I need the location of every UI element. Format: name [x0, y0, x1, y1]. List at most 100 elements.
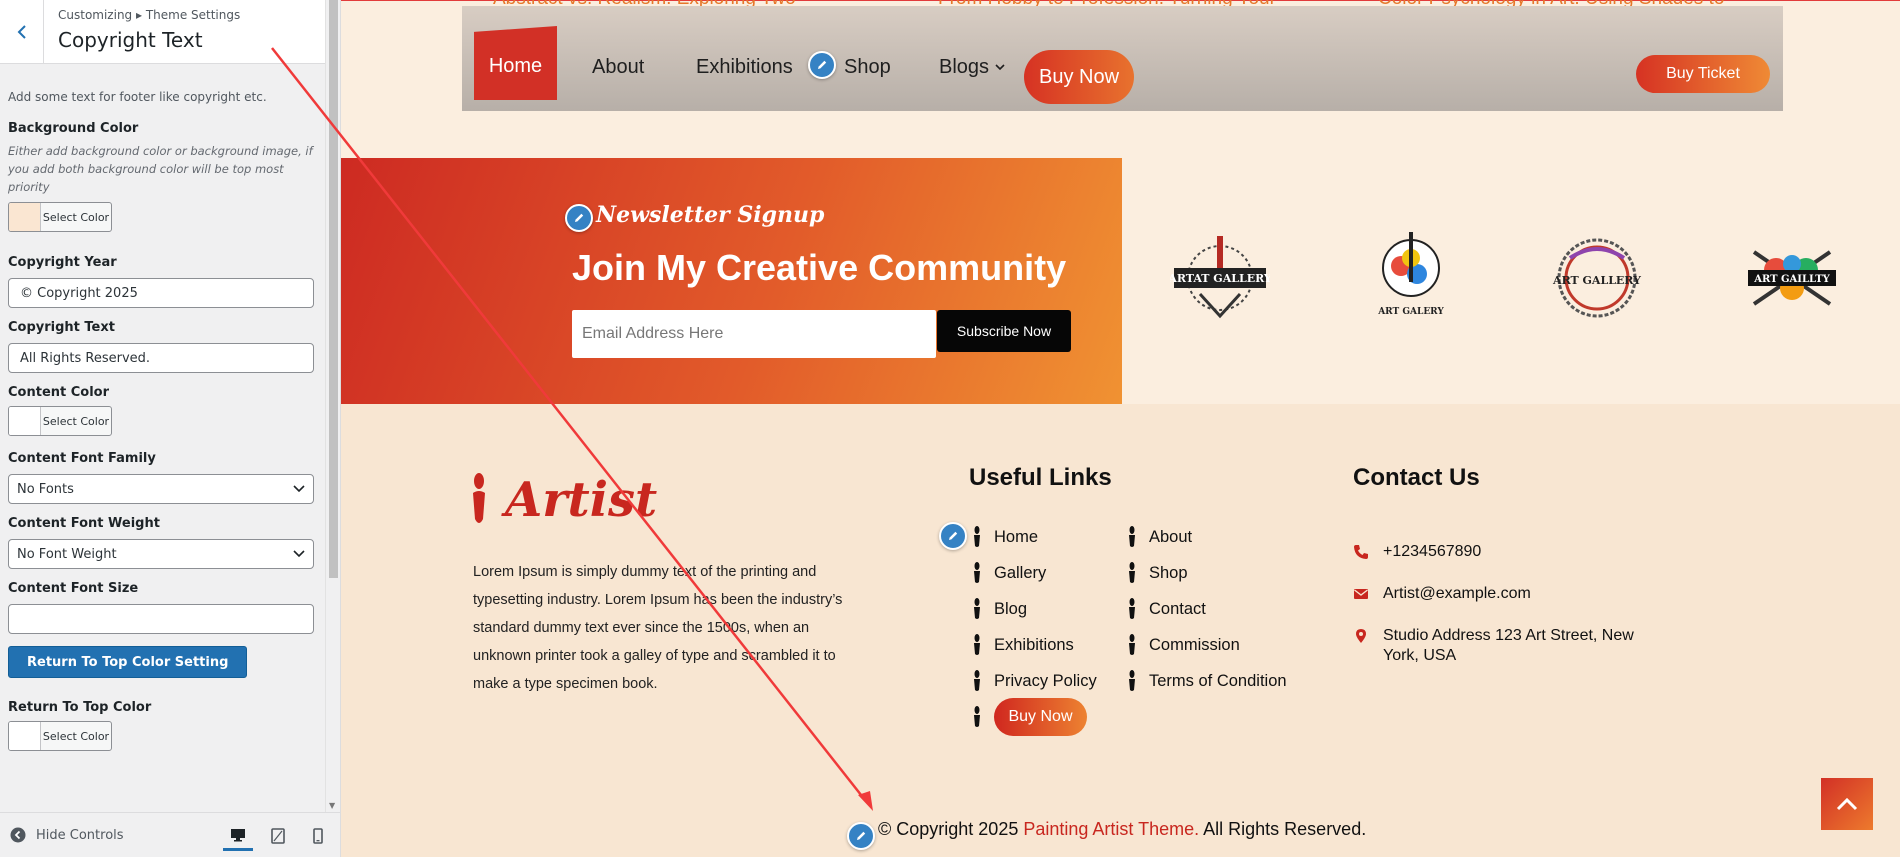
- edit-shortcut-pencil-icon[interactable]: [808, 51, 836, 79]
- return-to-top-button[interactable]: [1821, 778, 1873, 830]
- logo-text: ART GALLERY: [1552, 274, 1641, 287]
- font-weight-control: Content Font Weight No Font Weight: [8, 516, 318, 569]
- footer-link-label: Contact: [1149, 599, 1206, 618]
- chevron-left-icon: [17, 25, 26, 39]
- color-swatch: [9, 722, 41, 750]
- logo-text: ART GAILLTY: [1753, 274, 1830, 285]
- select-color-label: Select Color: [42, 729, 110, 743]
- brush-bullet-icon: [974, 670, 980, 691]
- copyright-text-input[interactable]: [8, 343, 314, 373]
- footer-link-terms[interactable]: Terms of Condition: [1127, 670, 1287, 692]
- brush-bullet-icon: [974, 634, 980, 655]
- footer-link-label: Home: [994, 527, 1039, 546]
- tablet-icon: [271, 828, 285, 844]
- background-color-picker[interactable]: Select Color: [8, 202, 112, 232]
- nav-buy-now-button[interactable]: Buy Now: [1024, 50, 1134, 104]
- font-family-label: Content Font Family: [8, 451, 156, 466]
- background-color-label: Background Color: [8, 121, 139, 136]
- footer-link-commission[interactable]: Commission: [1127, 634, 1240, 656]
- footer-link-exhibitions[interactable]: Exhibitions: [972, 634, 1074, 656]
- scroll-down-arrow-icon[interactable]: ▼: [329, 801, 335, 810]
- footer-link-blog[interactable]: Blog: [972, 598, 1027, 620]
- hide-controls-label: Hide Controls: [36, 827, 124, 843]
- breadcrumb: Customizing ▸ Theme Settings: [58, 8, 241, 22]
- mobile-preview-button[interactable]: [303, 821, 333, 851]
- footer-link-label: Commission: [1149, 635, 1240, 654]
- newsletter-section: Newsletter Signup Join My Creative Commu…: [341, 158, 1122, 404]
- select-color-label: Select Color: [42, 210, 110, 224]
- copyright-year-label: Copyright Year: [8, 255, 117, 270]
- phone-icon: [1354, 545, 1368, 559]
- brush-bullet-icon: [1129, 562, 1135, 583]
- font-weight-value: No Font Weight: [17, 546, 117, 562]
- font-family-select[interactable]: No Fonts: [8, 474, 314, 504]
- font-weight-select[interactable]: No Font Weight: [8, 539, 314, 569]
- customizer-sidebar: Customizing ▸ Theme Settings Copyright T…: [0, 0, 341, 857]
- buy-ticket-button[interactable]: Buy Ticket: [1636, 55, 1770, 93]
- footer-brand[interactable]: Artist: [467, 472, 657, 528]
- copyright-year-input[interactable]: [8, 278, 314, 308]
- collapse-icon: [10, 827, 26, 843]
- edit-shortcut-pencil-icon[interactable]: [565, 204, 593, 232]
- edit-shortcut-pencil-icon[interactable]: [847, 822, 875, 850]
- hide-controls-button[interactable]: Hide Controls: [10, 827, 124, 843]
- footer-link-label: Blog: [994, 599, 1028, 618]
- return-to-top-button[interactable]: Return To Top Color Setting: [8, 646, 248, 678]
- footer-link-about[interactable]: About: [1127, 526, 1192, 548]
- content-color-picker[interactable]: Select Color: [8, 406, 112, 436]
- footer-link-shop[interactable]: Shop: [1127, 562, 1188, 584]
- copyright-year-text: © Copyright 2025: [878, 819, 1019, 839]
- footer-buy-now-button[interactable]: Buy Now: [994, 698, 1087, 736]
- brush-bullet-icon: [974, 526, 980, 547]
- font-family-value: No Fonts: [17, 481, 74, 497]
- partner-logos: ARTAT GALLERY ART GALERY ART GALLERY ART…: [1122, 158, 1900, 404]
- font-size-control: Content Font Size: [8, 581, 318, 634]
- footer-link-label: Shop: [1149, 563, 1188, 582]
- contact-phone[interactable]: +1234567890: [1353, 542, 1481, 562]
- content-color-label: Content Color: [8, 385, 110, 400]
- tablet-preview-button[interactable]: [263, 821, 293, 851]
- scrollbar-thumb[interactable]: [329, 0, 338, 578]
- footer-about-text: Lorem Ipsum is simply dummy text of the …: [473, 564, 843, 692]
- copyright-text-label: Copyright Text: [8, 320, 115, 335]
- copyright-brand-link[interactable]: Painting Artist Theme.: [1023, 819, 1199, 839]
- paintbrush-icon: [473, 473, 485, 523]
- edit-shortcut-pencil-icon[interactable]: [939, 522, 967, 550]
- font-size-input[interactable]: [8, 604, 314, 634]
- desktop-preview-button[interactable]: [223, 821, 253, 851]
- contact-us-heading: Contact Us: [1353, 464, 1480, 491]
- controls-panel: Add some text for footer like copyright …: [0, 64, 326, 812]
- return-color-control: Return To Top Color Select Color: [8, 700, 318, 754]
- footer-link-label: Exhibitions: [994, 635, 1074, 654]
- newsletter-email-input[interactable]: Email Address Here: [572, 310, 936, 358]
- contact-email-text: Artist@example.com: [1383, 585, 1531, 602]
- sidebar-scrollbar[interactable]: ▼: [325, 0, 340, 812]
- mobile-icon: [313, 828, 323, 844]
- brush-bullet-icon: [974, 562, 980, 583]
- footer-link-privacy[interactable]: Privacy Policy: [972, 670, 1097, 692]
- contact-address-text: Studio Address 123 Art Street, New York,…: [1383, 627, 1634, 664]
- nav-exhibitions[interactable]: Exhibitions: [696, 56, 793, 79]
- back-button[interactable]: [0, 0, 44, 64]
- footer-buy-bullet: [972, 706, 982, 728]
- nav-shop[interactable]: Shop: [844, 56, 891, 79]
- footer-link-gallery[interactable]: Gallery: [972, 562, 1046, 584]
- desktop-icon: [231, 828, 245, 841]
- nav-home[interactable]: Home: [474, 26, 557, 100]
- envelope-icon: [1354, 589, 1368, 599]
- return-color-picker[interactable]: Select Color: [8, 721, 112, 751]
- logo-text: ART GALERY: [1377, 307, 1444, 317]
- font-size-label: Content Font Size: [8, 581, 139, 596]
- nav-blogs[interactable]: Blogs: [939, 56, 1005, 79]
- select-color-label: Select Color: [42, 414, 110, 428]
- chevron-down-icon: [995, 64, 1005, 71]
- contact-email[interactable]: Artist@example.com: [1353, 584, 1531, 604]
- contact-phone-text: +1234567890: [1383, 543, 1482, 560]
- nav-about[interactable]: About: [592, 56, 644, 79]
- newsletter-kicker: Newsletter Signup: [596, 202, 825, 228]
- subscribe-button[interactable]: Subscribe Now: [937, 310, 1071, 352]
- footer-link-home[interactable]: Home: [972, 526, 1038, 548]
- partner-logo: ART GAILLTY: [1746, 242, 1838, 319]
- partner-logo: ART GALERY: [1371, 226, 1451, 331]
- footer-link-contact[interactable]: Contact: [1127, 598, 1206, 620]
